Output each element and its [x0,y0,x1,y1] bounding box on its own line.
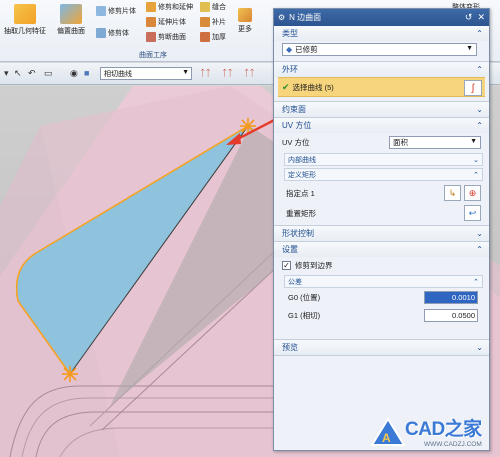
g0-tolerance-field[interactable]: 0.0010 [424,291,478,304]
offset-surface-button[interactable]: 偏置曲面 [57,4,85,36]
chevron-down-icon: ▼ [182,69,189,76]
constraint-face-section: 约束面 ⌄ [274,102,489,118]
lasso-icon[interactable]: ↶ [28,68,36,79]
point-snap-button[interactable]: ⊕ [464,185,481,201]
dialog-title: N 边曲面 [289,13,322,22]
gear-icon[interactable]: ⚙ [278,13,285,22]
preview-header[interactable]: 预览 ⌄ [274,340,489,355]
chevron-down-icon: ⌄ [476,343,483,352]
shape-control-header[interactable]: 形状控制 ⌄ [274,226,489,241]
thicken-icon [200,32,210,42]
uv-orientation-section: UV 方位 ⌃ UV 方位 面积 ▼ 内部曲线 ⌄ 定义矩形 ⌃ 指定点 1 ↳… [274,118,489,226]
ribbon-group-label: 曲面工序 [139,52,167,59]
dialog-title-bar[interactable]: ⚙ N 边曲面 ↺ ✕ [274,9,489,26]
chevron-up-icon: ⌃ [473,278,479,286]
type-select[interactable]: ◆ 已修剪 ▼ [282,43,477,56]
point-dialog-button[interactable]: ↳ [444,185,461,201]
crosshair-icon: ⊕ [468,187,477,198]
trim-sheet-icon [96,6,106,16]
curve-rule-select[interactable]: 相切曲线 ▼ [100,67,192,80]
g1-tolerance-field[interactable]: 0.0500 [424,309,478,322]
chevron-down-icon: ⌄ [476,229,483,238]
watermark-url: WWW.CADZJ.COM [424,441,482,448]
chevron-up-icon: ⌃ [476,245,483,254]
extract-feature-button[interactable]: 抽取几何特征 [4,4,46,36]
uv-orientation-header[interactable]: UV 方位 ⌃ [274,118,489,133]
chevron-up-icon: ⌃ [473,171,479,179]
stitch-icon [200,2,210,12]
trim-to-boundary-label: 修剪到边界 [295,261,333,270]
dropdown-arrow-icon[interactable]: ▾ [4,68,9,79]
trim-extend-button[interactable]: 修剪和延伸 [146,2,193,12]
inner-curve-subheader[interactable]: 内部曲线 ⌄ [284,153,483,166]
outer-loop-section: 外环 ⌃ ✔ 选择曲线 (5) ʃ [274,62,489,102]
define-rect-subheader[interactable]: 定义矩形 ⌃ [284,168,483,181]
constraint-face-header[interactable]: 约束面 ⌄ [274,102,489,117]
chevron-down-icon: ⌄ [476,105,483,114]
thicken-button[interactable]: 加厚 [200,32,226,42]
chevron-up-icon: ⌃ [476,65,483,74]
point-dialog-icon: ↳ [448,187,457,198]
extend-sheet-button[interactable]: 延伸片体 [146,17,186,27]
watermark-brand: CAD之家 [405,419,482,440]
uv-label: UV 方位 [282,138,310,147]
chevron-down-icon: ▼ [470,138,477,145]
tolerance-subheader[interactable]: 公差 ⌃ [284,275,483,288]
trim-body-button[interactable]: 修剪体 [96,28,129,38]
settings-header[interactable]: 设置 ⌃ [274,242,489,257]
type-header[interactable]: 类型 ⌃ [274,26,489,41]
specify-point-label: 指定点 1 [286,188,315,198]
close-icon[interactable]: ✕ [477,12,485,23]
divide-face-icon [146,32,156,42]
stitch-button[interactable]: 缝合 [200,2,226,12]
trim-to-boundary-checkbox[interactable]: ✓ [282,261,291,270]
reset-rect-button[interactable]: ↩ [464,205,481,221]
g0-label: G0 (位置) [288,292,321,302]
preview-section: 预览 ⌄ [274,340,489,356]
snap-midpoint-icon[interactable]: ᛏᛏ [244,68,255,78]
g1-label: G1 (相切) [288,310,321,320]
select-arrow-icon[interactable]: ↖ [14,68,22,79]
chevron-down-icon: ⌄ [473,156,479,164]
body-filter-icon[interactable]: ■ [84,68,89,78]
more-icon [238,8,252,22]
reset-arrow-icon: ↩ [468,207,477,218]
curve-select-button[interactable]: ʃ [464,80,482,96]
type-section: 类型 ⌃ ◆ 已修剪 ▼ [274,26,489,62]
divide-face-button[interactable]: 剪断曲面 [146,32,186,42]
snap-endpoint-icon[interactable]: ᛏᛏ [222,68,233,78]
chevron-up-icon: ⌃ [476,29,483,38]
select-curve-row[interactable]: ✔ 选择曲线 (5) ʃ [278,77,485,97]
uv-orientation-select[interactable]: 面积 ▼ [389,136,481,149]
shape-control-section: 形状控制 ⌄ [274,226,489,242]
trim-body-icon [96,28,106,38]
extend-sheet-icon [146,17,156,27]
patch-icon [200,17,210,27]
end-point-marker [62,366,78,382]
more-button[interactable]: 更多 [238,8,252,34]
offset-surface-icon [60,4,82,24]
trim-sheet-button[interactable]: 修剪片体 [96,6,136,16]
snap-point-icon[interactable]: ᛏᛏ [200,68,211,78]
outer-loop-header[interactable]: 外环 ⌃ [274,62,489,77]
reset-rect-label: 重置矩形 [286,208,316,218]
trimmed-type-icon: ◆ [286,45,293,54]
chevron-down-icon: ▼ [466,45,473,52]
n-sided-surface-dialog: ⚙ N 边曲面 ↺ ✕ 类型 ⌃ ◆ 已修剪 ▼ 外环 ⌃ ✔ 选择曲线 (5)… [273,8,490,451]
reset-icon[interactable]: ↺ [465,12,473,23]
svg-text:A: A [382,431,391,445]
patch-button[interactable]: 补片 [200,17,226,27]
curve-icon: ʃ [471,82,475,94]
chevron-up-icon: ⌃ [476,121,483,130]
filter-icon[interactable]: ◉ [70,68,78,79]
rectangle-select-icon[interactable]: ▭ [44,68,53,79]
settings-section: 设置 ⌃ ✓ 修剪到边界 公差 ⌃ G0 (位置) 0.0010 G1 (相切)… [274,242,489,340]
extract-feature-icon [14,4,36,24]
trim-extend-icon [146,2,156,12]
checkmark-icon: ✓ [283,261,290,270]
checkmark-icon: ✔ [282,81,290,92]
